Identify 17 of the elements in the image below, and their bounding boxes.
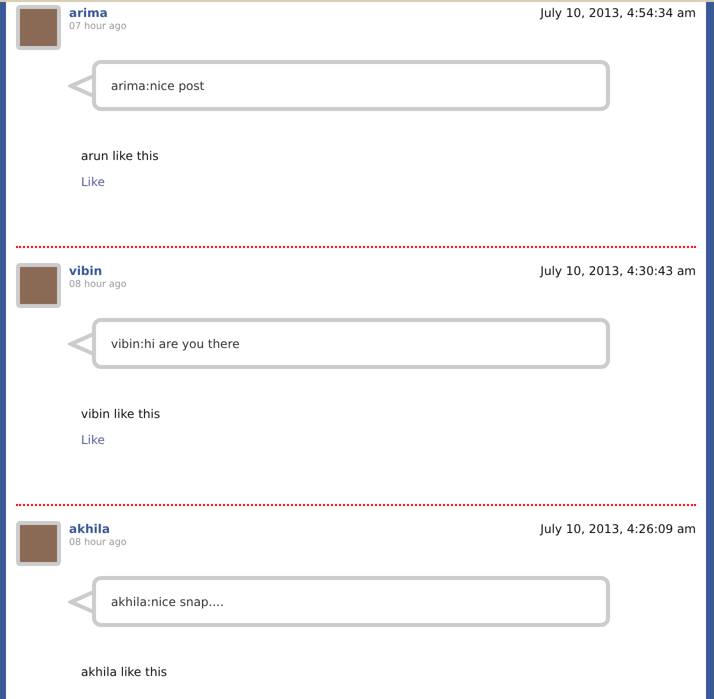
avatar-photo-placeholder xyxy=(16,263,61,308)
post-date: July 10, 2013, 4:26:09 am xyxy=(540,521,696,537)
user-name[interactable]: vibin xyxy=(69,263,127,279)
like-link[interactable]: Like xyxy=(81,174,105,190)
user-name[interactable]: akhila xyxy=(69,521,127,537)
likes-text: arun like this xyxy=(81,148,159,164)
user-name[interactable]: arima xyxy=(69,5,127,21)
avatar-photo-placeholder xyxy=(16,5,61,50)
post-date: July 10, 2013, 4:30:43 am xyxy=(540,263,696,279)
avatar-photo-placeholder xyxy=(16,521,61,566)
time-ago: 08 hour ago xyxy=(69,537,127,549)
likes-text: akhila like this xyxy=(81,664,168,680)
time-ago: 08 hour ago xyxy=(69,279,127,291)
post-date: July 10, 2013, 4:54:34 am xyxy=(540,5,696,21)
like-link[interactable]: Like xyxy=(81,432,105,448)
likes-text: vibin like this xyxy=(81,406,160,422)
time-ago: 07 hour ago xyxy=(69,21,127,33)
